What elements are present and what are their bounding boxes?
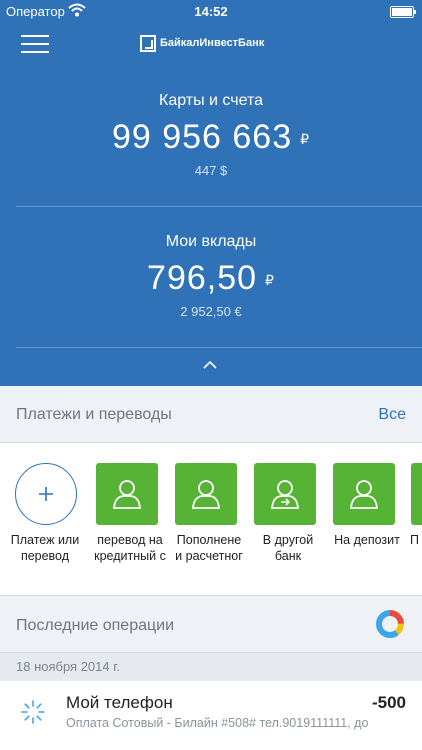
deposits-title: Мои вклады bbox=[165, 233, 257, 250]
operation-row[interactable]: Мой телефон -500 Оплата Сотовый - Билайн… bbox=[0, 681, 422, 750]
tile-label: Платеж или перевод bbox=[10, 533, 80, 563]
tile-label: П bbox=[410, 533, 419, 547]
payment-tile-partial[interactable]: П bbox=[408, 463, 422, 548]
plus-icon bbox=[15, 463, 77, 525]
cards-summary[interactable]: Карты и счета 99 956 663 ₽ 447 $ bbox=[0, 92, 422, 178]
person-icon bbox=[411, 463, 422, 525]
person-transfer-icon bbox=[254, 463, 316, 525]
deposits-amount-value: 796,50 bbox=[147, 259, 258, 297]
battery-icon bbox=[390, 6, 416, 18]
operations-date: 18 ноября 2014 г. bbox=[16, 659, 120, 674]
tile-label: На депозит bbox=[334, 533, 400, 547]
divider bbox=[16, 347, 422, 348]
loading-spinner-icon bbox=[21, 700, 45, 724]
ruble-icon: ₽ bbox=[300, 130, 311, 147]
status-bar: Оператор 14:52 bbox=[0, 0, 422, 22]
tile-label: перевод на кредитный с bbox=[94, 533, 166, 563]
cards-amount-value: 99 956 663 bbox=[111, 118, 293, 156]
menu-button[interactable] bbox=[21, 33, 49, 53]
header-panel: Оператор 14:52 БайкалИнвестБанк Карты и … bbox=[0, 0, 422, 386]
person-icon bbox=[96, 463, 158, 525]
donut-chart-icon[interactable] bbox=[374, 608, 406, 640]
person-icon bbox=[175, 463, 237, 525]
operations-date-row: 18 ноября 2014 г. bbox=[0, 652, 422, 681]
payment-tile-credit[interactable]: перевод на кредитный с bbox=[92, 463, 172, 564]
logo-mark-icon bbox=[140, 34, 156, 52]
cards-title: Карты и счета bbox=[159, 92, 263, 109]
operation-amount: -500 bbox=[371, 693, 406, 712]
cards-amount: 99 956 663 ₽ bbox=[0, 118, 422, 157]
operation-name: Мой телефон bbox=[66, 693, 173, 712]
logo-text: БайкалИнвестБанк bbox=[160, 37, 265, 49]
chevron-up-icon[interactable] bbox=[203, 361, 217, 369]
operation-description: Оплата Сотовый - Билайн #508# тел.901911… bbox=[66, 716, 369, 730]
operations-header: Последние операции bbox=[0, 596, 422, 652]
ruble-icon: ₽ bbox=[265, 271, 275, 288]
tile-label: В другой банк bbox=[262, 533, 314, 563]
divider bbox=[16, 206, 422, 207]
clock: 14:52 bbox=[194, 4, 228, 19]
deposits-summary[interactable]: Мои вклады 796,50 ₽ 2 952,50 € bbox=[0, 233, 422, 319]
payment-tile-new[interactable]: Платеж или перевод bbox=[7, 463, 87, 564]
payments-title: Платежи и переводы bbox=[16, 406, 172, 423]
bank-logo: БайкалИнвестБанк bbox=[140, 33, 264, 53]
all-payments-link[interactable]: Все bbox=[378, 406, 406, 424]
deposits-amount: 796,50 ₽ bbox=[0, 259, 422, 298]
payment-tile-topup[interactable]: Пополнене и расчетног bbox=[171, 463, 251, 564]
payments-header: Платежи и переводы Все bbox=[0, 386, 422, 443]
payment-tile-deposit[interactable]: На депозит bbox=[329, 463, 409, 548]
cards-sub-amount: 447 $ bbox=[194, 163, 228, 178]
person-icon bbox=[333, 463, 395, 525]
payment-tile-other-bank[interactable]: В другой банк bbox=[250, 463, 330, 564]
tile-label: Пополнене и расчетног bbox=[175, 533, 243, 563]
payment-tiles: Платеж или перевод перевод на кредитный с … bbox=[0, 443, 422, 596]
operations-title: Последние операции bbox=[16, 617, 175, 634]
deposits-sub-amount: 2 952,50 € bbox=[180, 304, 242, 319]
